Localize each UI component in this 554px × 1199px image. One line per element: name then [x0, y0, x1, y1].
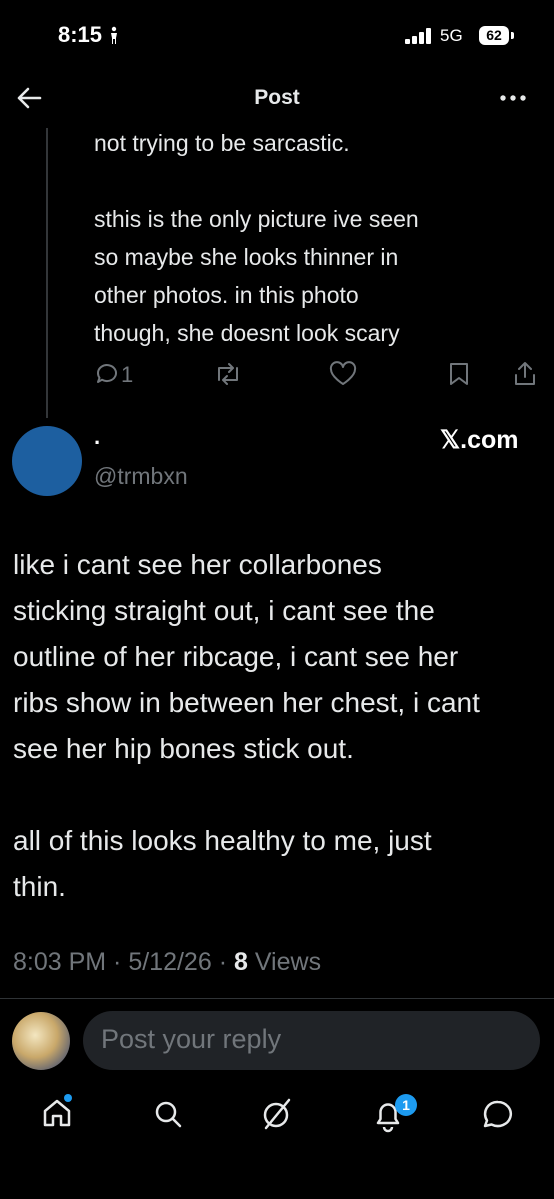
post-line: sticking straight out, i cant see the	[13, 595, 435, 626]
share-icon[interactable]	[513, 361, 537, 387]
post-line: see her hip bones stick out.	[13, 733, 354, 764]
thread-connector-line	[46, 128, 48, 418]
repost-icon[interactable]	[214, 362, 242, 386]
grok-icon[interactable]	[261, 1097, 293, 1131]
parent-post-line: other photos. in this photo	[94, 282, 359, 308]
parent-post-line: not trying to be sarcastic.	[94, 130, 350, 156]
network-label: 5G	[440, 26, 463, 45]
post-line: outline of her ribcage, i cant see her	[13, 641, 459, 672]
page-title: Post	[254, 86, 300, 109]
parent-post-text: not trying to be sarcastic. sthis is the…	[94, 124, 524, 352]
post-line: like i cant see her collarbones	[13, 549, 382, 580]
x-source-label: 𝕏.com	[440, 426, 519, 454]
post-time: 8:03 PM	[13, 948, 107, 976]
person-icon	[111, 26, 118, 44]
post-line: all of this looks healthy to me, just	[13, 825, 432, 856]
messages-icon[interactable]	[482, 1099, 514, 1129]
battery-nub	[511, 32, 514, 39]
status-time: 8:15	[58, 22, 120, 48]
author-name[interactable]: ·	[94, 430, 101, 456]
views-count[interactable]: 8	[234, 948, 248, 976]
parent-post-line: sthis is the only picture ive seen	[94, 206, 419, 232]
reply-count: 1	[121, 362, 134, 387]
home-icon[interactable]	[42, 1098, 72, 1128]
like-icon[interactable]	[329, 361, 357, 386]
parent-post-line: though, she doesnt look scary	[94, 320, 400, 346]
author-handle[interactable]: @trmbxn	[94, 463, 188, 490]
home-notification-dot	[64, 1094, 72, 1102]
more-options-icon[interactable]	[500, 95, 528, 101]
signal-icon	[405, 28, 431, 44]
post-metadata: 8:03 PM · 5/12/26 · 8 Views	[13, 948, 322, 976]
views-label: Views	[254, 948, 322, 976]
post-line: thin.	[13, 871, 66, 902]
notifications-badge: 1	[395, 1094, 417, 1116]
post-date: 5/12/26	[128, 948, 212, 976]
post-line: ribs show in between her chest, i cant	[13, 687, 480, 718]
bookmark-icon[interactable]	[448, 362, 470, 386]
battery-indicator: 62	[479, 26, 509, 45]
divider	[0, 998, 554, 999]
post-text: like i cant see her collarbones sticking…	[13, 542, 548, 910]
reply-icon[interactable]	[95, 362, 119, 386]
parent-post-line: so maybe she looks thinner in	[94, 244, 399, 270]
author-avatar[interactable]	[12, 426, 82, 496]
user-avatar[interactable]	[12, 1012, 70, 1070]
reply-placeholder[interactable]: Post your reply	[101, 1024, 281, 1055]
search-icon[interactable]	[153, 1099, 183, 1129]
